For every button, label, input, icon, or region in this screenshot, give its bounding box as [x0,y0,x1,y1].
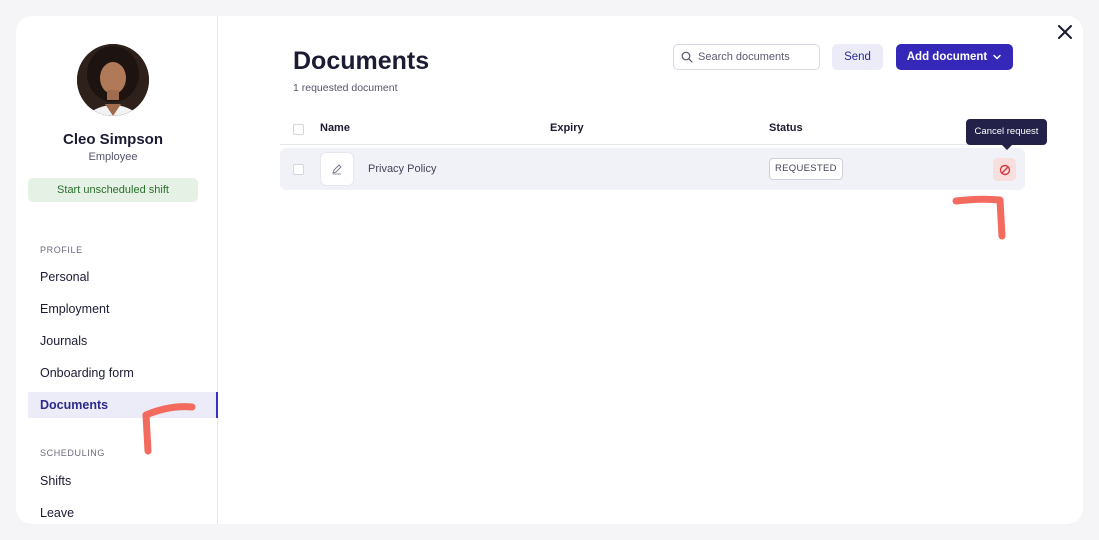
close-icon [1058,25,1072,39]
sidebar-item-personal[interactable]: Personal [28,264,218,290]
select-all-checkbox[interactable] [293,124,304,135]
chevron-down-icon [993,54,1001,60]
add-document-label: Add document [906,51,988,63]
cancel-circle-icon [999,164,1010,175]
add-document-button[interactable]: Add document [896,44,1013,70]
tooltip-arrow [1002,145,1012,150]
sidebar-item-onboarding-form[interactable]: Onboarding form [28,360,218,386]
avatar [77,44,149,116]
sidebar-item-leave[interactable]: Leave [28,500,218,524]
employee-role: Employee [88,151,138,163]
employee-name: Cleo Simpson [62,131,163,148]
employee-modal: Cleo Simpson Employee Start unscheduled … [16,16,1083,524]
document-thumbnail [320,152,354,186]
page-subtitle: 1 requested document [293,82,398,94]
table-header: Name Expiry Status [280,116,1025,145]
section-label-profile: PROFILE [40,245,83,255]
search-box[interactable] [673,44,820,70]
status-badge: REQUESTED [769,158,843,180]
sidebar: Cleo Simpson Employee Start unscheduled … [16,16,218,524]
annotation-marker-cancel [952,195,1006,240]
signature-icon [332,164,342,175]
row-checkbox[interactable] [293,164,304,175]
column-header-name[interactable]: Name [320,122,350,134]
sidebar-item-journals[interactable]: Journals [28,328,218,354]
table-row[interactable]: Privacy Policy REQUESTED [280,148,1025,190]
avatar-photo [77,44,149,116]
search-input[interactable] [698,51,813,63]
sidebar-item-shifts[interactable]: Shifts [28,468,218,494]
sidebar-item-documents[interactable]: Documents [28,392,218,418]
start-unscheduled-shift-button[interactable]: Start unscheduled shift [28,178,198,202]
document-name[interactable]: Privacy Policy [368,163,436,175]
column-header-expiry[interactable]: Expiry [550,122,584,134]
section-label-scheduling: SCHEDULING [40,448,106,458]
page-title: Documents [293,47,430,75]
cancel-request-button[interactable] [993,158,1016,181]
sidebar-item-employment[interactable]: Employment [28,296,218,322]
cancel-request-tooltip: Cancel request [966,119,1047,145]
close-button[interactable] [1056,23,1074,41]
send-button[interactable]: Send [832,44,883,70]
search-icon [681,51,693,63]
column-header-status[interactable]: Status [769,122,803,134]
